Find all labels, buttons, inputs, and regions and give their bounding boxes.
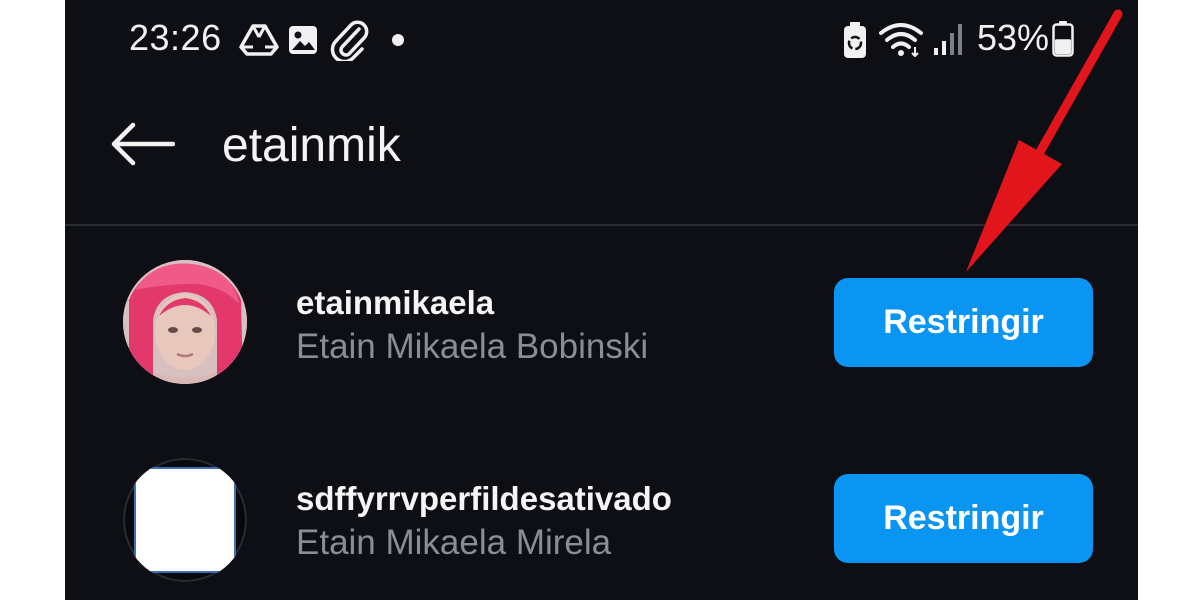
- paperclip-icon: [330, 20, 369, 61]
- list-item: etainmikaela Etain Mikaela Bobinski Rest…: [65, 226, 1138, 396]
- status-bar: 23:26 53%: [65, 0, 1138, 80]
- search-input[interactable]: [222, 110, 822, 180]
- dot-icon: [392, 34, 404, 46]
- drive-icon: [239, 24, 279, 56]
- restrict-button[interactable]: Restringir: [834, 278, 1093, 367]
- full-name: Etain Mikaela Mirela: [296, 523, 612, 562]
- wifi-icon: [879, 23, 923, 57]
- avatar[interactable]: [123, 458, 247, 582]
- battery-icon: [1052, 21, 1074, 57]
- clock: 23:26: [129, 17, 222, 58]
- signal-icon: [934, 24, 962, 55]
- battery-saver-icon: [844, 22, 866, 58]
- arrow-left-icon[interactable]: [109, 120, 175, 168]
- username[interactable]: etainmikaela: [296, 284, 494, 322]
- phone-screen: 23:26 53% etainmik etainmikaela Etain Mi…: [65, 0, 1138, 600]
- image-icon: [289, 26, 317, 54]
- avatar[interactable]: [123, 260, 247, 384]
- search-header: [65, 80, 1138, 225]
- username[interactable]: sdffyrrvperfildesativado: [296, 480, 672, 518]
- full-name: Etain Mikaela Bobinski: [296, 327, 649, 366]
- restrict-button[interactable]: Restringir: [834, 474, 1093, 563]
- list-item: sdffyrrvperfildesativado Etain Mikaela M…: [65, 430, 1138, 600]
- battery-percent: 53%: [977, 17, 1050, 58]
